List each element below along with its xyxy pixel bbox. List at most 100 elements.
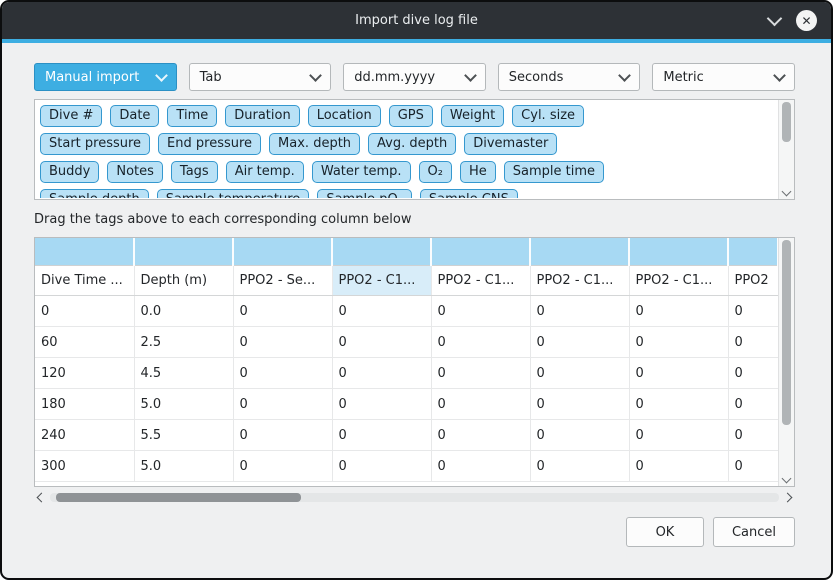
tag-gps[interactable]: GPS (389, 105, 433, 127)
table-cell: 0 (233, 420, 332, 451)
tag-weight[interactable]: Weight (441, 105, 504, 127)
scrollbar-thumb[interactable] (782, 102, 791, 142)
import-dialog-window: Import dive log file ✕ Manual import Tab… (0, 0, 833, 580)
table-cell: 0 (629, 358, 728, 389)
tag-sample-po-[interactable]: Sample pO₂ (317, 189, 412, 198)
scrollbar-left-arrow-icon[interactable] (37, 493, 47, 503)
tag-avg-depth[interactable]: Avg. depth (368, 133, 456, 155)
close-icon[interactable]: ✕ (796, 10, 817, 31)
scrollbar-down-arrow-icon[interactable] (782, 187, 792, 197)
tag-duration[interactable]: Duration (225, 105, 299, 127)
column-drop-target[interactable] (530, 238, 629, 266)
instruction-text: Drag the tags above to each correspondin… (34, 212, 795, 227)
chevron-down-icon (464, 69, 477, 82)
scrollbar-thumb[interactable] (782, 240, 791, 425)
chevron-down-icon (155, 69, 168, 82)
import-mode-value: Manual import (45, 70, 139, 85)
tag-sample-depth[interactable]: Sample depth (40, 189, 149, 198)
dialog-buttons: OK Cancel (34, 517, 795, 547)
column-drop-target[interactable] (332, 238, 431, 266)
drop-target-row (35, 238, 778, 266)
column-header: Depth (m) (134, 266, 233, 296)
table-cell: 0 (431, 420, 530, 451)
tag-end-pressure[interactable]: End pressure (158, 133, 261, 155)
tag-date[interactable]: Date (110, 105, 159, 127)
table-cell: 2.5 (134, 327, 233, 358)
table-horizontal-scrollbar[interactable] (34, 489, 795, 505)
table-cell: 300 (35, 451, 134, 482)
table-cell: 0 (629, 451, 728, 482)
units-select[interactable]: Metric (652, 63, 795, 91)
tag-divemaster[interactable]: Divemaster (464, 133, 557, 155)
tag-time[interactable]: Time (167, 105, 217, 127)
titlebar-icons: ✕ (769, 2, 817, 39)
tag-notes[interactable]: Notes (107, 161, 163, 183)
import-mode-select[interactable]: Manual import (34, 63, 177, 91)
column-drop-target[interactable] (233, 238, 332, 266)
column-drop-target[interactable] (35, 238, 134, 266)
tag-tags[interactable]: Tags (171, 161, 218, 183)
tag-max-depth[interactable]: Max. depth (269, 133, 360, 155)
tag-dive-[interactable]: Dive # (40, 105, 102, 127)
tag-water-temp-[interactable]: Water temp. (312, 161, 411, 183)
tag-cyl-size[interactable]: Cyl. size (512, 105, 584, 127)
table-cell: 0 (233, 451, 332, 482)
separator-select[interactable]: Tab (189, 63, 332, 91)
scrollbar-down-arrow-icon[interactable] (782, 474, 792, 484)
table-cell: 0 (332, 327, 431, 358)
window-title: Import dive log file (355, 13, 478, 28)
tag-o-[interactable]: O₂ (419, 161, 452, 183)
date-format-select[interactable]: dd.mm.yyyy (343, 63, 486, 91)
duration-format-select[interactable]: Seconds (498, 63, 641, 91)
tag-sample-cns[interactable]: Sample CNS (420, 189, 518, 198)
table-cell: 0 (431, 358, 530, 389)
column-drop-target[interactable] (431, 238, 530, 266)
tag-sample-temperature[interactable]: Sample temperature (157, 189, 310, 198)
tag-buddy[interactable]: Buddy (40, 161, 99, 183)
scrollbar-right-arrow-icon[interactable] (783, 493, 793, 503)
tag-start-pressure[interactable]: Start pressure (40, 133, 150, 155)
scrollbar-thumb[interactable] (56, 493, 301, 502)
chevron-down-icon (619, 69, 632, 82)
table-cell: 0 (530, 420, 629, 451)
column-drop-target[interactable] (728, 238, 778, 266)
column-header: PPO2 (728, 266, 778, 296)
tag-he[interactable]: He (460, 161, 496, 183)
chevron-down-icon (773, 69, 786, 82)
tag-sample-time[interactable]: Sample time (504, 161, 604, 183)
preview-table-wrap: Dive Time ...Depth (m)PPO2 - Se...PPO2 -… (35, 238, 779, 486)
column-drop-target[interactable] (134, 238, 233, 266)
preview-table: Dive Time ...Depth (m)PPO2 - Se...PPO2 -… (35, 238, 779, 482)
tag-row: Buddy Notes Tags Air temp. Water temp. O₂ He Sa… (40, 161, 774, 183)
table-vertical-scrollbar[interactable] (778, 238, 794, 486)
tag-air-temp-[interactable]: Air temp. (226, 161, 304, 183)
table-cell: 0 (233, 296, 332, 327)
table-cell: 0 (629, 327, 728, 358)
column-header-row: Dive Time ...Depth (m)PPO2 - Se...PPO2 -… (35, 266, 778, 296)
table-cell: 60 (35, 327, 134, 358)
table-cell: 0 (530, 296, 629, 327)
table-cell: 0 (629, 296, 728, 327)
table-cell: 0 (530, 389, 629, 420)
ok-button[interactable]: OK (626, 517, 704, 547)
table-cell: 0 (233, 327, 332, 358)
chevron-down-icon[interactable] (767, 10, 783, 26)
tag-location[interactable]: Location (308, 105, 381, 127)
table-row: 1204.5000000 (35, 358, 778, 389)
table-cell: 0 (530, 327, 629, 358)
table-cell: 0 (530, 451, 629, 482)
table-cell: 0 (728, 327, 778, 358)
table-cell: 0 (728, 389, 778, 420)
table-cell: 0 (431, 296, 530, 327)
table-cell: 0 (629, 389, 728, 420)
table-cell: 120 (35, 358, 134, 389)
cancel-button[interactable]: Cancel (713, 517, 795, 547)
table-cell: 0 (728, 296, 778, 327)
table-cell: 0.0 (134, 296, 233, 327)
date-format-value: dd.mm.yyyy (354, 70, 435, 85)
tag-pool-scrollbar[interactable] (778, 100, 794, 199)
table-cell: 0 (431, 451, 530, 482)
table-cell: 5.0 (134, 389, 233, 420)
table-cell: 0 (332, 389, 431, 420)
column-drop-target[interactable] (629, 238, 728, 266)
